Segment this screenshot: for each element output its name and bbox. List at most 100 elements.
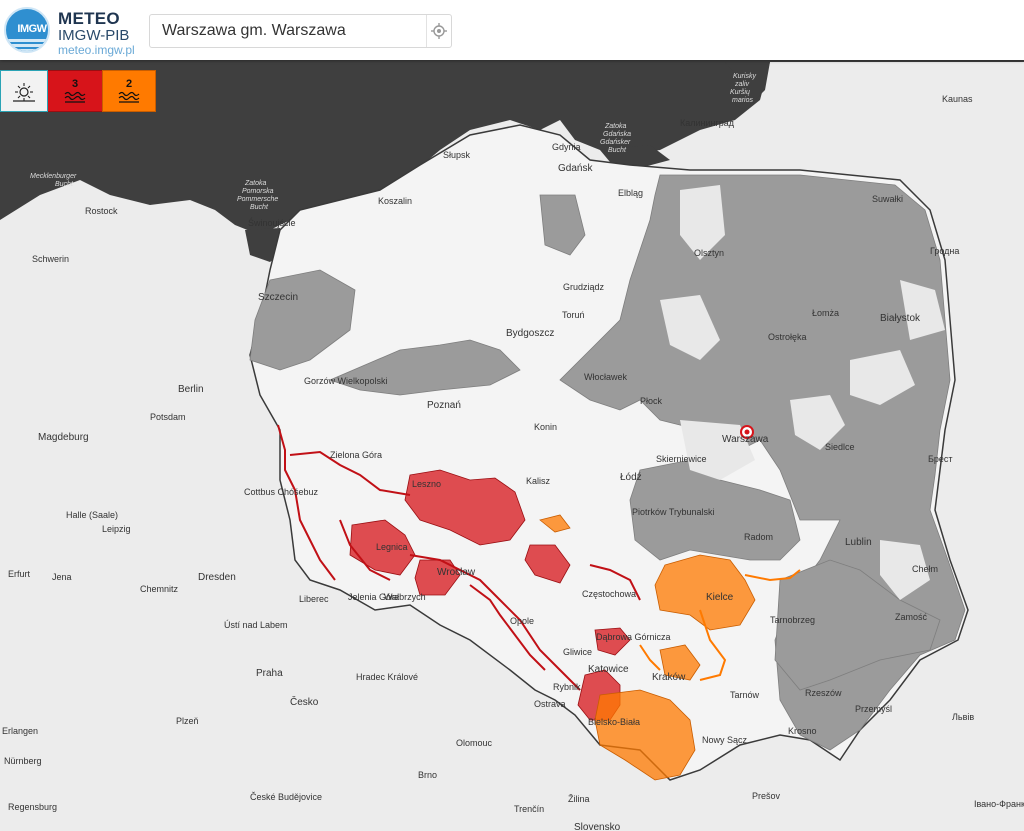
city-label: Schwerin <box>32 254 69 264</box>
city-label: Wałbrzych <box>384 592 426 602</box>
warning-map[interactable]: Mecklenburger Bucht Zatoka Pomorska Pomm… <box>0 60 1024 831</box>
city-label: Włocławek <box>584 372 628 382</box>
city-label: Elbląg <box>618 188 643 198</box>
search-input[interactable] <box>150 15 426 47</box>
city-label: Olsztyn <box>694 248 724 258</box>
city-label: Krosno <box>788 726 817 736</box>
city-label: Ústí nad Labem <box>224 620 288 630</box>
city-label: Przemyśl <box>855 704 892 714</box>
city-label: Gdynia <box>552 142 581 152</box>
city-label: Dąbrowa Górnicza <box>596 632 671 642</box>
sea-label: Zatoka <box>244 180 267 187</box>
city-label: Potsdam <box>150 412 186 422</box>
city-label: Slovensko <box>574 822 621 831</box>
city-label: Trenčín <box>514 804 544 814</box>
crosshair-icon <box>431 23 447 39</box>
city-label: Prešov <box>752 791 781 801</box>
city-label: Olomouc <box>456 738 493 748</box>
city-label: Świnoujście <box>248 217 296 228</box>
city-label: Suwałki <box>872 194 903 204</box>
city-label: Koszalin <box>378 196 412 206</box>
sea-label: Bucht <box>608 147 627 154</box>
city-label: Halle (Saale) <box>66 510 118 520</box>
city-label: Kraków <box>652 672 686 683</box>
city-label: Nowy Sącz <box>702 735 748 745</box>
city-label: Łomża <box>812 308 839 318</box>
warning-level-number: 2 <box>125 78 133 90</box>
city-label: Opole <box>510 616 534 626</box>
wave-icon <box>118 91 140 103</box>
city-label: Ostrava <box>534 699 566 709</box>
sea-label: Bucht <box>250 204 269 211</box>
city-label: Гродна <box>930 246 959 256</box>
city-label: Tarnów <box>730 690 760 700</box>
sea-label: Gdańsker <box>600 139 631 146</box>
city-label: Івано-Франк <box>974 799 1024 809</box>
top-bar: IMGW METEO IMGW-PIB meteo.imgw.pl <box>0 0 1024 60</box>
city-label: Nürnberg <box>4 756 42 766</box>
city-label: Leipzig <box>102 524 131 534</box>
city-label: Dresden <box>198 572 236 583</box>
city-label: Regensburg <box>8 802 57 812</box>
city-label: Chemnitz <box>140 584 179 594</box>
warning-badges: 3 2 <box>0 70 156 112</box>
city-label: Radom <box>744 532 773 542</box>
city-label: Калининград <box>680 118 735 128</box>
city-label: Kaunas <box>942 94 973 104</box>
city-label: Bydgoszcz <box>506 328 554 339</box>
city-label: Zamość <box>895 612 928 622</box>
sea-label: zaliv <box>734 81 750 88</box>
city-label: Słupsk <box>443 150 471 160</box>
city-label: Rostock <box>85 206 118 216</box>
sea-label: Zatoka <box>604 123 627 130</box>
locate-button[interactable] <box>426 15 451 47</box>
city-label: Leszno <box>412 479 441 489</box>
brand-subtitle: IMGW-PIB <box>58 27 130 44</box>
city-label: Брест <box>928 454 953 464</box>
imgw-logo[interactable]: IMGW <box>4 7 50 53</box>
city-label: Gorzów Wielkopolski <box>304 376 388 386</box>
hydro-warning-level-3-button[interactable]: 3 <box>48 70 102 112</box>
city-label: Jena <box>52 572 72 582</box>
city-label: Ostrołęka <box>768 332 807 342</box>
search-box <box>149 14 452 48</box>
city-label: Bielsko-Biała <box>588 717 640 727</box>
city-label: Tarnobrzeg <box>770 615 815 625</box>
city-label: Gdańsk <box>558 163 593 174</box>
city-label: Legnica <box>376 542 408 552</box>
city-label: Cottbus Chóśebuz <box>244 487 319 497</box>
city-label: Grudziądz <box>563 282 605 292</box>
city-label: Chełm <box>912 564 938 574</box>
brand-url[interactable]: meteo.imgw.pl <box>58 43 135 57</box>
city-label: Wrocław <box>437 567 476 578</box>
city-label: Česko <box>290 695 319 708</box>
city-label: Berlin <box>178 384 204 395</box>
city-label: Magdeburg <box>38 432 89 443</box>
city-label: Białystok <box>880 313 921 324</box>
city-label: Rzeszów <box>805 688 842 698</box>
city-label: Warszawa <box>722 434 769 445</box>
sea-label: marios <box>732 97 754 104</box>
sea-label: Pommersche <box>237 196 278 203</box>
city-label: Žilina <box>568 794 590 804</box>
warning-level-number: 3 <box>71 78 79 90</box>
city-label: Rybnik <box>553 682 581 692</box>
city-label: Płock <box>640 396 663 406</box>
city-label: Kielce <box>706 592 734 603</box>
sea-label: Kuršių <box>730 89 750 96</box>
city-label: Skierniewice <box>656 454 707 464</box>
city-label: Siedlce <box>825 442 855 452</box>
city-label: Львів <box>952 712 974 722</box>
city-label: Konin <box>534 422 557 432</box>
city-label: Liberec <box>299 594 329 604</box>
sun-icon <box>13 83 35 102</box>
weather-warnings-button[interactable] <box>0 70 48 112</box>
sea-label: Mecklenburger <box>30 173 77 180</box>
hydro-warning-level-2-button[interactable]: 2 <box>102 70 156 112</box>
city-label: Hradec Králové <box>356 672 418 682</box>
city-label: Poznań <box>427 400 461 411</box>
logo-text: IMGW <box>17 23 47 35</box>
sea-label: Pomorska <box>242 188 274 195</box>
city-label: Toruń <box>562 310 585 320</box>
city-label: Szczecin <box>258 292 298 303</box>
